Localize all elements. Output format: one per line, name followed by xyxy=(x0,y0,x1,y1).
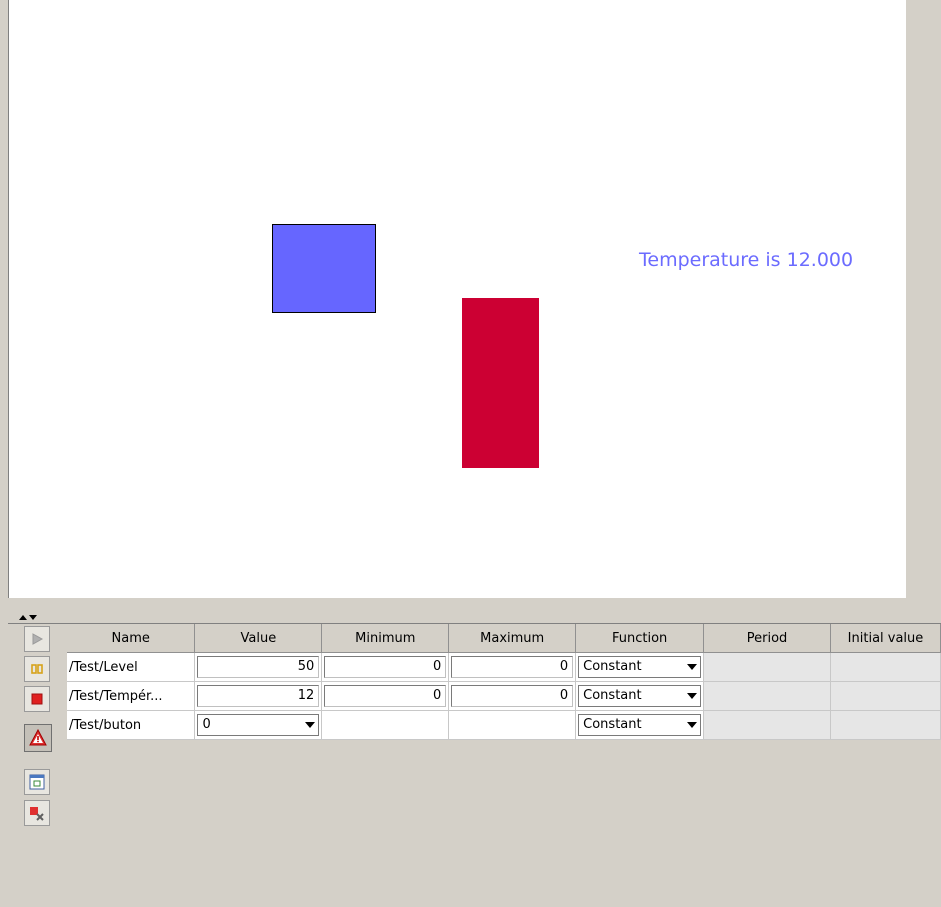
function-cell: Constant xyxy=(575,652,705,682)
column-header-maximum[interactable]: Maximum xyxy=(448,624,577,653)
maximum-cell: 0 xyxy=(448,681,577,711)
value-cell: 12 xyxy=(194,681,323,711)
table-row: /Test/Tempér... 12 0 0 Constant xyxy=(67,681,941,711)
variables-table: Name Value Minimum Maximum Function Peri… xyxy=(67,624,941,740)
fit-view-button[interactable] xyxy=(24,769,50,795)
column-header-period[interactable]: Period xyxy=(703,624,831,653)
simulation-toolbar xyxy=(18,624,66,907)
minimum-input[interactable]: 0 xyxy=(324,656,447,678)
column-header-minimum[interactable]: Minimum xyxy=(321,624,450,653)
play-icon xyxy=(32,633,44,645)
stop-icon xyxy=(31,693,43,705)
play-button[interactable] xyxy=(24,626,50,652)
value-cell: 50 xyxy=(194,652,323,682)
period-cell[interactable] xyxy=(703,710,831,740)
minimum-cell: 0 xyxy=(321,652,450,682)
simulation-canvas: Temperature is 12.000 xyxy=(8,0,906,598)
chevron-down-icon[interactable] xyxy=(302,722,318,728)
chevron-down-icon[interactable] xyxy=(684,722,700,728)
variable-name: /Test/Tempér... xyxy=(67,681,196,711)
temperature-shape[interactable] xyxy=(462,298,539,468)
panel-splitter[interactable] xyxy=(8,598,941,620)
initial-value-cell[interactable] xyxy=(830,710,941,740)
stop-button[interactable] xyxy=(24,686,50,712)
splitter-arrows-icon[interactable] xyxy=(18,612,42,622)
minimum-input[interactable]: 0 xyxy=(324,685,447,707)
column-header-function[interactable]: Function xyxy=(575,624,705,653)
minimum-cell: 0 xyxy=(321,681,450,711)
function-select[interactable]: Constant xyxy=(578,656,702,678)
chevron-down-icon[interactable] xyxy=(684,693,700,699)
value-input[interactable]: 50 xyxy=(197,656,320,678)
value-cell: 0 xyxy=(194,710,323,740)
function-select-value: Constant xyxy=(583,659,642,674)
level-shape[interactable] xyxy=(272,224,376,313)
fit-view-icon xyxy=(29,774,45,790)
value-input[interactable]: 12 xyxy=(197,685,320,707)
function-select[interactable]: Constant xyxy=(578,714,702,736)
pause-button[interactable] xyxy=(24,656,50,682)
table-header-row: Name Value Minimum Maximum Function Peri… xyxy=(67,624,941,653)
table-row: /Test/Level 50 0 0 Constant xyxy=(67,652,941,682)
maximum-cell[interactable] xyxy=(448,710,577,740)
vertical-scrollbar[interactable] xyxy=(906,0,941,598)
period-cell[interactable] xyxy=(703,681,831,711)
chevron-down-icon[interactable] xyxy=(684,664,700,670)
table-row: /Test/buton 0 Constant xyxy=(67,710,941,740)
maximum-input[interactable]: 0 xyxy=(451,656,574,678)
column-header-name[interactable]: Name xyxy=(67,624,196,653)
temperature-label: Temperature is 12.000 xyxy=(639,249,854,271)
function-cell: Constant xyxy=(575,710,705,740)
maximum-cell: 0 xyxy=(448,652,577,682)
column-header-initial-value[interactable]: Initial value xyxy=(830,624,941,653)
function-select-value: Constant xyxy=(583,717,642,732)
initial-value-cell[interactable] xyxy=(830,681,941,711)
pause-icon xyxy=(31,664,43,674)
maximum-input[interactable]: 0 xyxy=(451,685,574,707)
function-select-value: Constant xyxy=(583,688,642,703)
period-cell[interactable] xyxy=(703,652,831,682)
function-select[interactable]: Constant xyxy=(578,685,702,707)
column-header-value[interactable]: Value xyxy=(194,624,323,653)
minimum-cell[interactable] xyxy=(321,710,450,740)
value-select-value: 0 xyxy=(202,717,211,732)
variable-name: /Test/buton xyxy=(67,710,196,740)
function-cell: Constant xyxy=(575,681,705,711)
variable-name: /Test/Level xyxy=(67,652,196,682)
warning-button[interactable] xyxy=(24,724,52,752)
value-select[interactable]: 0 xyxy=(197,714,320,736)
variables-table-panel: Name Value Minimum Maximum Function Peri… xyxy=(67,624,941,907)
remove-icon xyxy=(30,807,44,821)
warning-icon xyxy=(29,729,47,746)
initial-value-cell[interactable] xyxy=(830,652,941,682)
remove-button[interactable] xyxy=(24,800,50,826)
